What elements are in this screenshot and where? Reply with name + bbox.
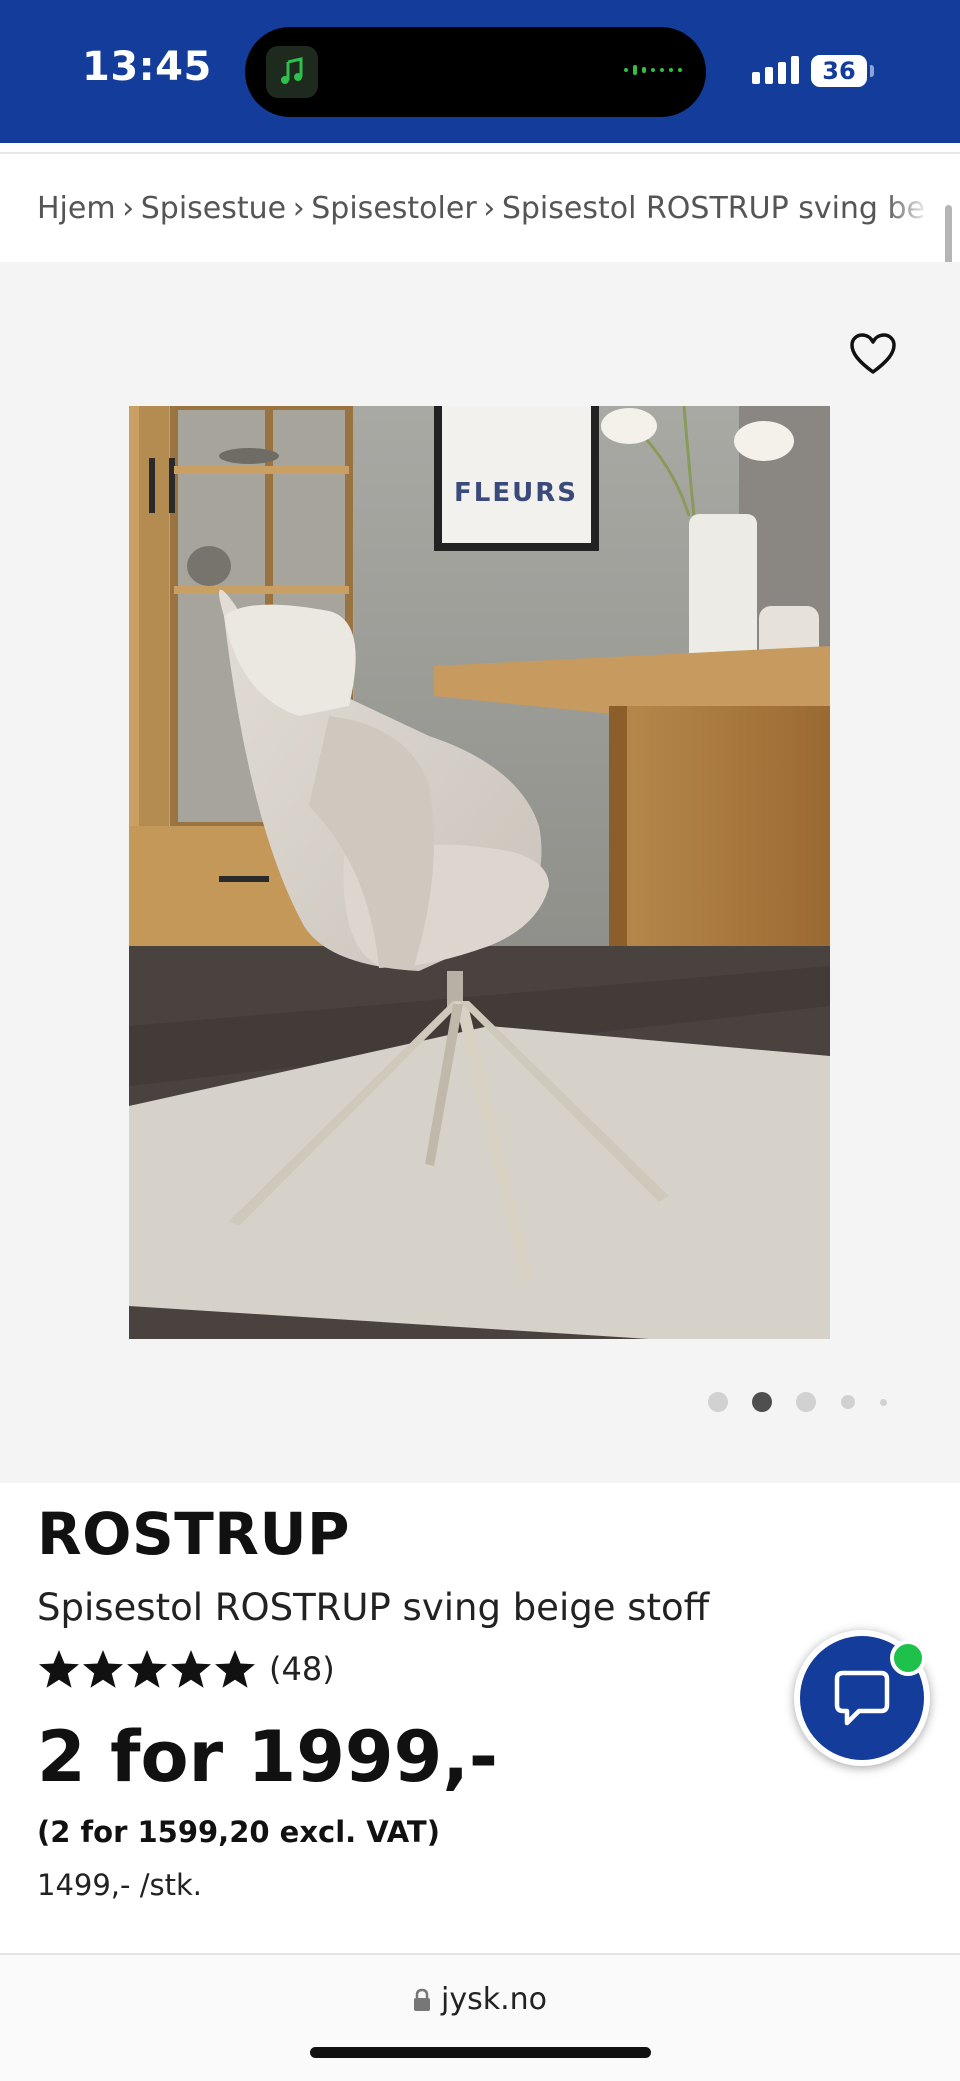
chat-bubble-icon [834,1670,890,1726]
breadcrumb-item-spisestoler[interactable]: Spisestoler [311,191,476,226]
pagination-dot-4[interactable] [841,1395,855,1409]
lock-icon [414,1988,430,2011]
rating-count[interactable]: (48) [269,1650,335,1688]
url-text[interactable]: jysk.no [441,1982,547,2017]
url-display[interactable]: jysk.no [0,1982,960,2017]
header-divider [0,152,960,154]
status-time: 13:45 [82,44,212,90]
chevron-right-icon: › [292,190,305,226]
star-icon [127,1650,167,1688]
unit-price: 1499,- /stk. [37,1868,202,1902]
breadcrumb-item-current: Spisestol ROSTRUP sving be [501,190,925,226]
status-bar: 13:45 36 [0,0,960,143]
star-icon [171,1650,211,1688]
heart-icon[interactable] [848,330,898,380]
product-rating[interactable]: (48) [37,1648,335,1690]
audio-wave-icon [624,65,682,75]
battery-tip-icon [870,65,874,77]
dynamic-island[interactable] [245,27,706,117]
browser-url-bar[interactable] [0,1955,960,2081]
pagination-dot-1[interactable] [708,1392,728,1412]
product-image[interactable]: FLEURS [129,406,830,1339]
pagination-dot-3[interactable] [796,1392,816,1412]
breadcrumb-item-spisestue[interactable]: Spisestue [141,191,286,226]
gallery-pagination [0,1390,960,1414]
product-name: Spisestol ROSTRUP sving beige stoff [37,1586,710,1629]
breadcrumb: Hjem › Spisestue › Spisestoler › Spisest… [37,188,925,228]
product-brand: ROSTRUP [37,1500,351,1568]
cellular-signal-icon [752,56,799,84]
pagination-dot-5[interactable] [880,1399,887,1406]
home-indicator[interactable] [310,2047,651,2058]
pagination-dot-2-active[interactable] [752,1392,772,1412]
price-excl-vat: (2 for 1599,20 excl. VAT) [37,1815,440,1849]
breadcrumb-fade [885,180,930,236]
online-status-badge [890,1640,926,1676]
star-icon [215,1650,255,1688]
breadcrumb-item-home[interactable]: Hjem [37,191,116,226]
music-app-icon[interactable] [266,46,318,98]
product-price: 2 for 1999,- [37,1716,498,1798]
chevron-right-icon: › [122,190,135,226]
art-print-text: FLEURS [454,478,578,508]
battery-indicator: 36 [811,55,867,87]
star-icon [39,1650,79,1688]
chevron-right-icon: › [483,190,496,226]
star-icon [83,1650,123,1688]
